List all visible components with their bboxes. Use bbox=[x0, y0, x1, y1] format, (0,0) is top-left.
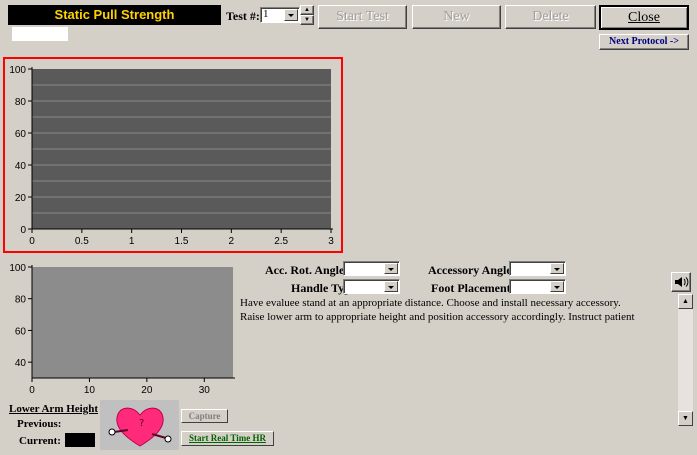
x-tick-label: 2 bbox=[229, 236, 235, 247]
chevron-down-icon[interactable] bbox=[384, 263, 398, 274]
y-tick-label: 100 bbox=[9, 65, 26, 76]
x-tick-label: 1 bbox=[129, 236, 135, 247]
y-tick-label: 60 bbox=[15, 326, 27, 337]
instructions-line-1: Have evaluee stand at an appropriate dis… bbox=[240, 297, 621, 309]
y-tick-label: 100 bbox=[9, 263, 26, 274]
acc-rot-angle-select[interactable] bbox=[343, 261, 400, 276]
x-tick-label: 10 bbox=[84, 385, 96, 396]
heart-mascot-icon: ? bbox=[100, 400, 179, 450]
plot-area bbox=[32, 267, 233, 378]
accessory-angle-select[interactable] bbox=[509, 261, 566, 276]
force-time-chart: 0 20 40 60 80 100 0 0.5 1 1.5 2 2.5 3 bbox=[9, 65, 334, 247]
x-tick-label: 3 bbox=[328, 236, 334, 247]
x-tick-label: 0.5 bbox=[75, 236, 89, 247]
lower-arm-height-label: Lower Arm Height bbox=[9, 403, 99, 415]
previous-label: Previous: bbox=[17, 418, 62, 430]
svg-text:?: ? bbox=[139, 418, 144, 429]
x-tick-label: 0 bbox=[29, 385, 35, 396]
speaker-button[interactable] bbox=[671, 272, 691, 292]
instructions-text: Have evaluee stand at an appropriate dis… bbox=[240, 296, 676, 426]
scroll-down-icon[interactable]: ▼ bbox=[678, 411, 693, 426]
x-tick-label: 2.5 bbox=[274, 236, 288, 247]
start-real-time-hr-button[interactable]: Start Real Time HR bbox=[181, 431, 274, 446]
acc-rot-angle-label: Acc. Rot. Angle bbox=[265, 263, 345, 277]
accessory-angle-label: Accessory Angle bbox=[428, 263, 512, 277]
x-tick-label: 1.5 bbox=[175, 236, 189, 247]
current-value-field bbox=[65, 433, 95, 447]
y-tick-label: 80 bbox=[15, 97, 27, 108]
instructions-scrollbar[interactable]: ▲ ▼ bbox=[678, 294, 693, 426]
foot-placement-label: Foot Placement bbox=[431, 281, 511, 295]
chevron-down-icon[interactable] bbox=[550, 281, 564, 292]
scroll-up-icon[interactable]: ▲ bbox=[678, 294, 693, 309]
foot-placement-select[interactable] bbox=[509, 279, 566, 294]
heart-rate-chart: 40 60 80 100 0 10 20 30 bbox=[9, 263, 235, 396]
handle-type-select[interactable] bbox=[343, 279, 400, 294]
y-tick-label: 80 bbox=[15, 295, 27, 306]
current-label: Current: bbox=[19, 435, 61, 447]
y-tick-label: 0 bbox=[20, 225, 26, 236]
chevron-down-icon[interactable] bbox=[384, 281, 398, 292]
x-tick-label: 30 bbox=[199, 385, 211, 396]
x-tick-label: 20 bbox=[141, 385, 153, 396]
chevron-down-icon[interactable] bbox=[550, 263, 564, 274]
speaker-icon bbox=[675, 277, 689, 287]
y-tick-label: 40 bbox=[15, 358, 27, 369]
instructions-line-2: Raise lower arm to appropriate height an… bbox=[240, 311, 635, 323]
y-tick-label: 20 bbox=[15, 193, 27, 204]
x-tick-label: 0 bbox=[29, 236, 35, 247]
capture-button[interactable]: Capture bbox=[181, 409, 228, 423]
y-tick-label: 60 bbox=[15, 129, 27, 140]
y-tick-label: 40 bbox=[15, 161, 27, 172]
